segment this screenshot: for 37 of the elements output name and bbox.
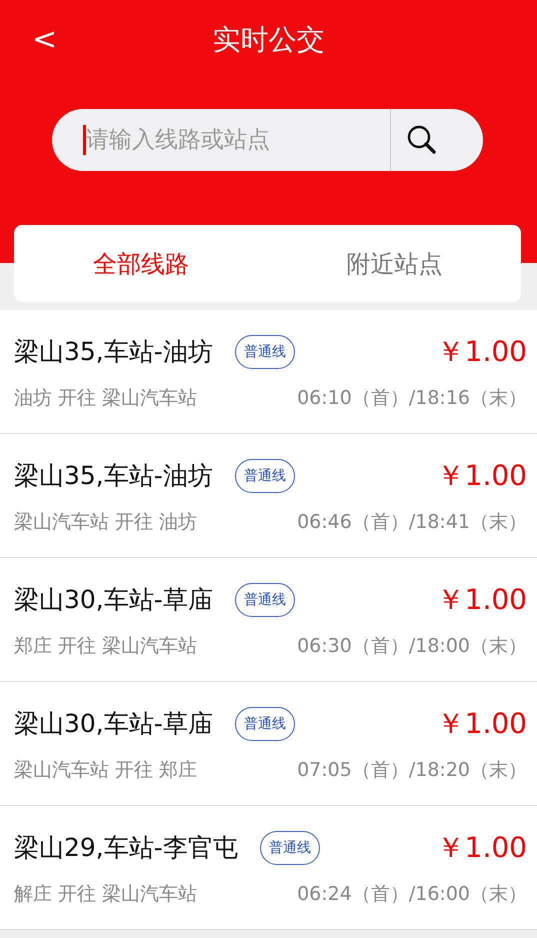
- line-type-tag: 普通线: [260, 830, 320, 864]
- line-type-tag: 普通线: [234, 334, 295, 368]
- route-direction: 油坊 开往 梁山汽车站: [14, 386, 198, 410]
- route-row[interactable]: 梁山30,车站-草庙 普通线 ￥1.00 郑庄 开往 梁山汽车站 06:30（首）/18:00（末）: [0, 558, 537, 682]
- service-hours: 07:05（首）/18:20（末）: [297, 758, 527, 782]
- route-row[interactable]: 梁山29,车站-李官屯 普通线 ￥1.00 解庄 开往 梁山汽车站 06:24（首）/16:00（末）: [0, 806, 537, 930]
- fare: ￥1.00: [436, 334, 527, 370]
- route-name: 梁山30,车站-草庙: [14, 708, 213, 740]
- route-name: 梁山35,车站-油坊: [14, 336, 213, 368]
- page-title: 实时公交: [212, 22, 324, 58]
- line-type-tag: 普通线: [234, 458, 295, 492]
- search-icon[interactable]: [407, 125, 437, 155]
- search-field[interactable]: 请输入线路或站点: [52, 109, 483, 171]
- fare: ￥1.00: [436, 830, 527, 866]
- route-direction: 梁山汽车站 开往 郑庄: [14, 758, 198, 782]
- route-name: 梁山30,车站-草庙: [14, 584, 213, 616]
- back-button[interactable]: <: [26, 22, 64, 58]
- route-row[interactable]: 梁山35,车站-油坊 普通线 ￥1.00 梁山汽车站 开往 油坊 06:46（首）/18:41（末）: [0, 434, 537, 558]
- service-hours: 06:30（首）/18:00（末）: [297, 634, 527, 658]
- service-hours: 06:24（首）/16:00（末）: [297, 882, 527, 906]
- route-name: 梁山29,车站-李官屯: [14, 832, 238, 864]
- service-hours: 06:10（首）/18:16（末）: [297, 386, 527, 410]
- fare: ￥1.00: [436, 706, 527, 742]
- route-row[interactable]: 梁山30,车站-草庙 普通线 ￥1.00 梁山汽车站 开往 郑庄 07:05（首）/18:20（末）: [0, 682, 537, 806]
- route-direction: 解庄 开往 梁山汽车站: [14, 882, 198, 906]
- search-field[interactable]: 请输入线路或站点: [86, 127, 390, 153]
- route-direction: 郑庄 开往 梁山汽车站: [14, 634, 198, 658]
- route-name: 梁山35,车站-油坊: [14, 460, 213, 492]
- tab[interactable]: 全部线路: [14, 225, 268, 302]
- fare: ￥1.00: [436, 582, 527, 618]
- fare: ￥1.00: [436, 458, 527, 494]
- route-direction: 梁山汽车站 开往 油坊: [14, 510, 198, 534]
- route-row[interactable]: 梁山35,车站-油坊 普通线 ￥1.00 油坊 开往 梁山汽车站 06:10（首）/18:16（末）: [0, 310, 537, 434]
- line-type-tag: 普通线: [234, 706, 295, 740]
- tab[interactable]: 附近站点: [268, 225, 521, 302]
- line-type-tag: 普通线: [234, 582, 295, 616]
- service-hours: 06:46（首）/18:41（末）: [297, 510, 527, 534]
